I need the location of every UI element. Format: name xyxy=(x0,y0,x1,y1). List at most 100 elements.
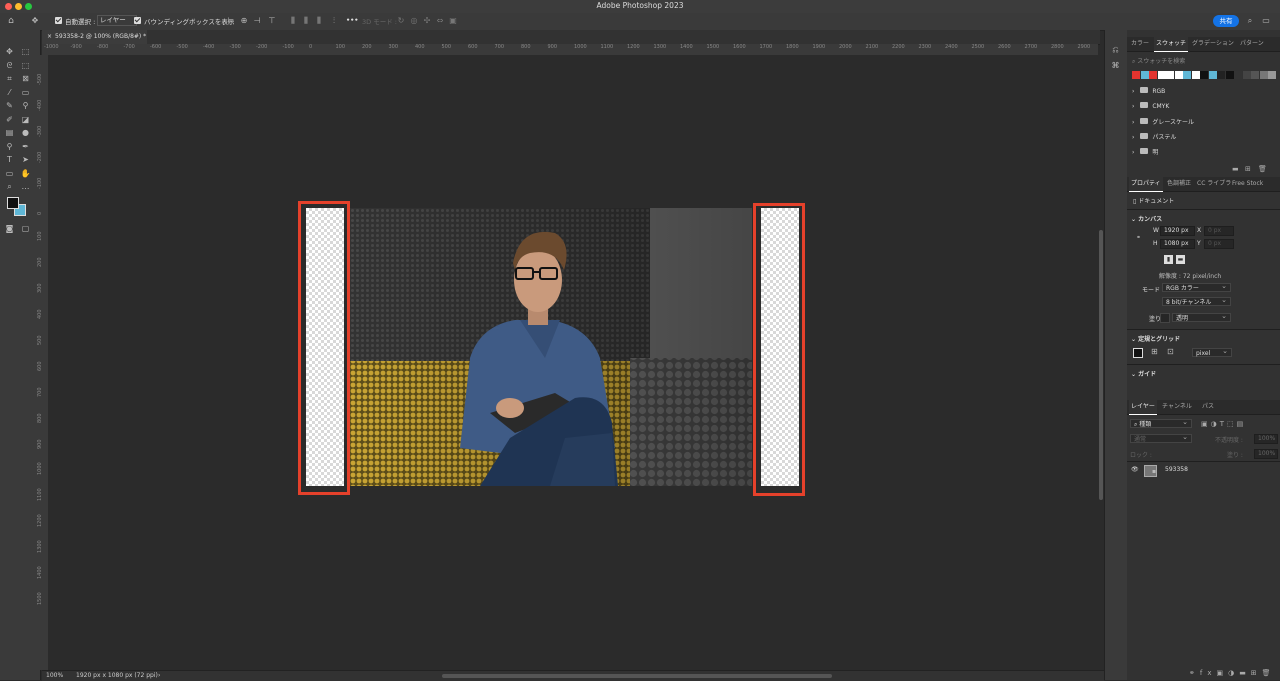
tab-paths[interactable]: パス xyxy=(1202,400,1214,414)
trash-icon[interactable]: 🗑 xyxy=(1258,165,1267,173)
object-select-tool-icon[interactable]: ⬚ xyxy=(20,60,31,71)
y-field[interactable]: 0 px xyxy=(1204,239,1234,249)
screen-mode-icon[interactable]: ▢ xyxy=(20,223,31,234)
swatch-group-light[interactable]: › 明 xyxy=(1132,147,1158,156)
swatch-group-cmyk[interactable]: › CMYK xyxy=(1132,102,1169,110)
document-tab[interactable]: × 593358-2 @ 100% (RGB/8#) * xyxy=(42,30,147,44)
tab-channels[interactable]: チャンネル xyxy=(1162,400,1192,414)
tab-swatches[interactable]: スウォッチ xyxy=(1154,37,1189,52)
grid-toggle-icon[interactable]: ⊞ xyxy=(1151,347,1158,356)
path-select-tool-icon[interactable]: ➤ xyxy=(20,154,31,165)
x-field[interactable]: 0 px xyxy=(1204,226,1234,236)
move-tool-icon[interactable]: ✥ xyxy=(30,16,40,26)
rulers-grid-section-header[interactable]: ⌄ 定規とグリッド xyxy=(1131,334,1180,343)
3d-slide-icon[interactable]: ⇔ xyxy=(435,16,445,26)
layer-select-dropdown[interactable]: レイヤー xyxy=(97,15,137,26)
color-swatch[interactable] xyxy=(1174,71,1183,79)
swatch-group-rgb[interactable]: › RGB xyxy=(1132,87,1165,95)
layer-actions-bar[interactable]: ⚭fx▣◑▬⊞🗑 xyxy=(1189,669,1276,677)
frame-tool-icon[interactable]: ⊠ xyxy=(20,73,31,84)
eyedropper-tool-icon[interactable]: ⁄ xyxy=(4,87,15,98)
close-tab-icon[interactable]: × xyxy=(47,33,52,40)
home-icon[interactable]: ⌂ xyxy=(6,16,16,26)
move-tool-icon[interactable]: ✥ xyxy=(4,46,15,57)
bounding-box-checkbox[interactable] xyxy=(134,17,141,24)
color-swatch[interactable] xyxy=(1132,71,1140,79)
new-group-icon[interactable]: ▬ xyxy=(1232,165,1239,173)
color-swatch[interactable] xyxy=(1157,71,1166,79)
more-tools-icon[interactable]: … xyxy=(20,181,31,192)
3d-roll-icon[interactable]: ◎ xyxy=(409,16,419,26)
3d-scale-icon[interactable]: ▣ xyxy=(448,16,458,26)
blend-mode-dropdown[interactable]: 通常 xyxy=(1130,433,1192,443)
blur-tool-icon[interactable]: ● xyxy=(20,127,31,138)
vertical-scroll-thumb[interactable] xyxy=(1099,230,1103,500)
hand-tool-icon[interactable]: ✋ xyxy=(20,168,31,179)
tab-patterns[interactable]: パターン xyxy=(1240,37,1264,51)
history-panel-icon[interactable]: ⎌ xyxy=(1110,44,1121,55)
lasso-tool-icon[interactable]: ᘓ xyxy=(4,60,15,71)
3d-pan-icon[interactable]: ✣ xyxy=(422,16,432,26)
link-icon[interactable]: ⚭ xyxy=(1136,234,1141,241)
layer-fill-field[interactable]: 100% xyxy=(1254,449,1278,459)
unit-dropdown[interactable]: pixel xyxy=(1192,347,1232,357)
color-swatch[interactable] xyxy=(1251,71,1259,79)
guides-section-header[interactable]: ⌄ ガイド xyxy=(1131,369,1156,378)
fill-dropdown[interactable]: 透明 xyxy=(1172,312,1231,322)
type-tool-icon[interactable]: T xyxy=(4,154,15,165)
search-icon[interactable]: ⌕ xyxy=(1245,16,1255,26)
color-swatch[interactable] xyxy=(1166,71,1174,79)
align-left-icon[interactable]: ⊢ xyxy=(226,16,236,26)
guides-toggle-icon[interactable]: ⊡ xyxy=(1167,347,1174,356)
canvas-section-header[interactable]: ⌄ カンバス xyxy=(1131,214,1162,223)
landscape-icon[interactable]: ▬ xyxy=(1176,255,1185,264)
color-swatch[interactable] xyxy=(1242,71,1251,79)
color-swatch[interactable] xyxy=(1149,71,1157,79)
quick-mask-icon[interactable]: ◙ xyxy=(4,223,15,234)
new-swatch-icon[interactable]: ⊞ xyxy=(1245,165,1251,173)
tab-free-stock[interactable]: Free Stock xyxy=(1232,177,1263,191)
align-center-icon[interactable]: ⊕ xyxy=(239,16,249,26)
width-field[interactable]: 1920 px xyxy=(1160,226,1195,236)
distribute-right-icon[interactable]: ⫼ xyxy=(314,16,324,26)
tab-gradients[interactable]: グラデーション xyxy=(1192,37,1234,51)
tab-layers[interactable]: レイヤー xyxy=(1129,400,1157,415)
tab-properties[interactable]: プロパティ xyxy=(1129,177,1163,192)
fill-color-chip[interactable] xyxy=(1160,313,1170,323)
color-swatch[interactable] xyxy=(1268,71,1276,79)
color-swatch[interactable] xyxy=(1191,71,1200,79)
horizontal-scroll-thumb[interactable] xyxy=(442,674,832,678)
tab-adjustments[interactable]: 色調補正 xyxy=(1167,177,1191,191)
swatch-group-pastel[interactable]: › パステル xyxy=(1132,132,1176,141)
color-swatch[interactable] xyxy=(1217,71,1225,79)
layer-filter-icons[interactable]: ▣◑T⬚▤ xyxy=(1201,420,1246,428)
3d-rotate-icon[interactable]: ↻ xyxy=(396,16,406,26)
foreground-color-swatch[interactable] xyxy=(7,197,19,209)
tab-color[interactable]: カラー xyxy=(1131,37,1149,51)
history-brush-icon[interactable]: ✐ xyxy=(4,114,15,125)
gradient-tool-icon[interactable]: ▤ xyxy=(4,127,15,138)
layer-filter-dropdown[interactable]: ⌕ 種類 xyxy=(1130,418,1192,428)
height-field[interactable]: 1080 px xyxy=(1160,239,1195,249)
stamp-tool-icon[interactable]: ⚲ xyxy=(20,100,31,111)
opacity-field[interactable]: 100% xyxy=(1254,434,1278,444)
color-swatch[interactable] xyxy=(1200,71,1208,79)
layer-row[interactable]: 👁 ▪ 593358 xyxy=(1127,462,1280,480)
tab-cc-libraries[interactable]: CC ライブラ xyxy=(1197,177,1231,191)
distribute-icon[interactable]: ⫼ xyxy=(288,16,298,26)
visibility-eye-icon[interactable]: 👁 xyxy=(1131,466,1139,473)
brush-tool-icon[interactable]: ✎ xyxy=(4,100,15,111)
distribute-center-icon[interactable]: ⫼ xyxy=(301,16,311,26)
zoom-level[interactable]: 100% xyxy=(46,672,63,679)
distribute-spacing-icon[interactable]: ⫶ xyxy=(329,16,339,26)
zoom-tool-icon[interactable]: ⌕ xyxy=(4,181,15,192)
color-swatch[interactable] xyxy=(1208,71,1217,79)
status-menu-chevron-icon[interactable]: › xyxy=(158,672,160,679)
crop-tool-icon[interactable]: ⌗ xyxy=(4,73,15,84)
workspace-icon[interactable]: ▭ xyxy=(1261,16,1271,26)
color-swatch[interactable] xyxy=(1183,71,1191,79)
align-top-icon[interactable]: ⊤ xyxy=(267,16,277,26)
libraries-panel-icon[interactable]: ⌘ xyxy=(1110,60,1121,71)
bit-depth-dropdown[interactable]: 8 bit/チャンネル xyxy=(1162,296,1231,306)
color-swatch[interactable] xyxy=(1234,71,1242,79)
